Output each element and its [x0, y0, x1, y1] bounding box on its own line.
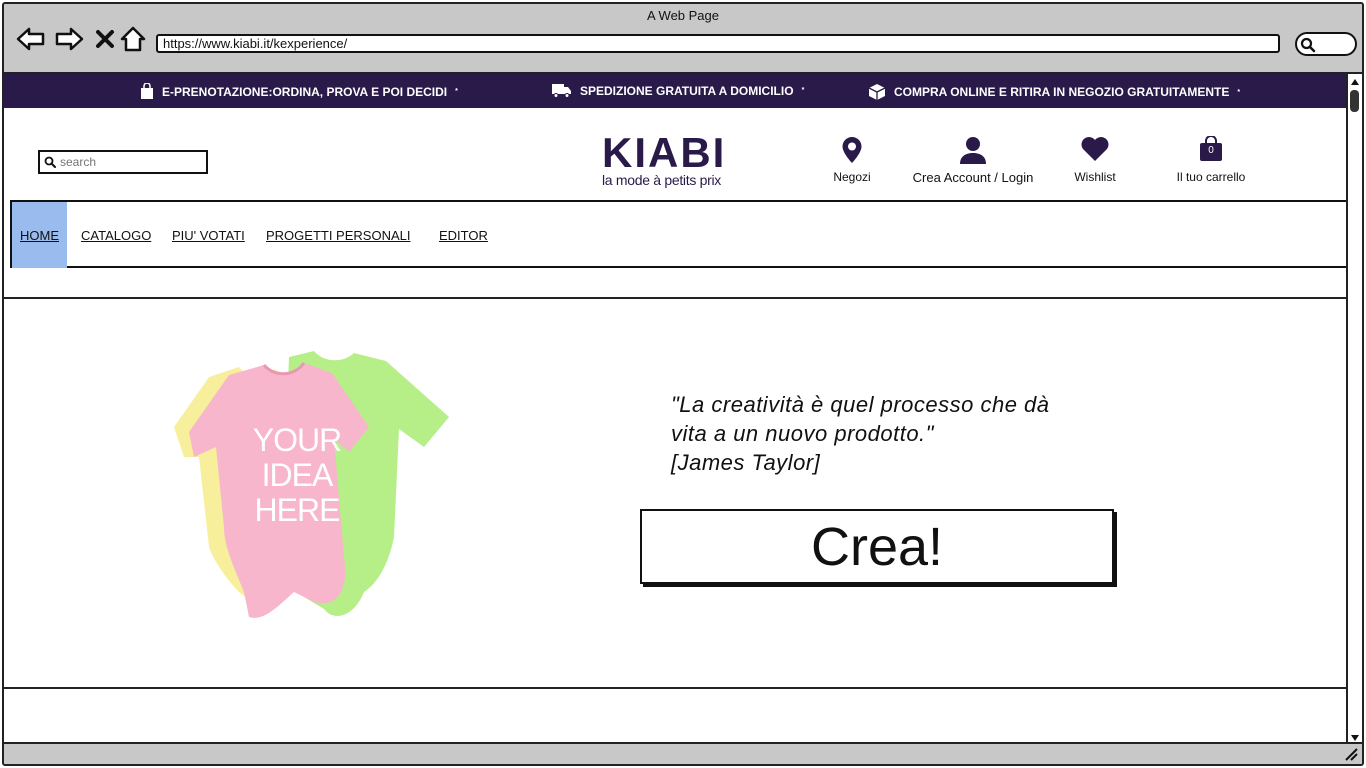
map-pin-icon — [842, 137, 862, 163]
menu-item-editor[interactable]: EDITOR — [439, 202, 488, 268]
scroll-down-arrow-icon[interactable] — [1350, 734, 1360, 742]
menu-item-piu-votati[interactable]: PIU' VOTATI — [172, 202, 245, 268]
stop-icon[interactable] — [90, 24, 120, 54]
cart-icon: 0 — [1199, 135, 1223, 162]
scrollbar-thumb[interactable] — [1350, 90, 1359, 112]
browser-toolbar: A Web Page https://www.kiabi.it/kexperie… — [4, 4, 1362, 74]
scroll-up-arrow-icon[interactable] — [1350, 78, 1360, 86]
back-arrow-icon[interactable] — [16, 24, 46, 54]
promo-text: SPEDIZIONE GRATUITA A DOMICILIO — [580, 83, 794, 98]
shopping-bag-icon — [141, 83, 153, 99]
promo-item: E-PRENOTAZIONE:ORDINA, PROVA E POI DECID… — [140, 83, 458, 100]
quote-line: vita a un nuovo prodotto." — [671, 421, 934, 446]
forward-arrow-icon[interactable] — [54, 24, 84, 54]
heart-icon — [1081, 137, 1109, 161]
box-icon — [868, 84, 886, 100]
onesie-image: YOUR IDEA HERE — [154, 347, 454, 632]
onesie-text-line: IDEA — [261, 457, 334, 493]
wishlist-label: Wishlist — [1074, 170, 1116, 184]
search-icon — [1300, 37, 1316, 53]
menu-item-catalogo[interactable]: CATALOGO — [81, 202, 151, 268]
url-bar[interactable]: https://www.kiabi.it/kexperience/ — [156, 34, 1280, 53]
browser-window: A Web Page https://www.kiabi.it/kexperie… — [2, 2, 1364, 766]
site-search-field[interactable] — [38, 150, 208, 174]
truck-icon — [552, 84, 571, 98]
site-header: KIABI la mode à petits prix Negozi Crea … — [4, 108, 1348, 200]
promo-item: SPEDIZIONE GRATUITA A DOMICILIO * — [552, 83, 804, 98]
account-label: Crea Account / Login — [912, 170, 1034, 185]
hero-quote: "La creatività è quel processo che dà vi… — [671, 390, 1111, 477]
logo-wordmark: KIABI — [602, 129, 727, 176]
promo-bar: E-PRENOTAZIONE:ORDINA, PROVA E POI DECID… — [4, 74, 1348, 108]
kiabi-logo[interactable]: KIABI la mode à petits prix — [602, 129, 754, 190]
stores-link[interactable]: Negozi — [826, 136, 878, 184]
logo-tagline: la mode à petits prix — [602, 172, 721, 188]
promo-text: E-PRENOTAZIONE:ORDINA, PROVA E POI DECID… — [162, 84, 448, 99]
status-bar — [4, 742, 1362, 764]
promo-asterisk: * — [801, 87, 805, 94]
onesie-text-line: HERE — [254, 492, 341, 528]
cart-label: Il tuo carrello — [1176, 170, 1246, 184]
browser-search-field[interactable] — [1295, 32, 1357, 56]
promo-asterisk: * — [1237, 88, 1241, 96]
hero-section: YOUR IDEA HERE "La creatività è quel pro… — [4, 299, 1348, 689]
window-title: A Web Page — [646, 8, 720, 23]
quote-line: "La creatività è quel processo che dà — [671, 392, 1050, 417]
crea-button[interactable]: Crea! — [640, 509, 1114, 584]
user-icon — [960, 137, 986, 164]
stores-label: Negozi — [833, 170, 871, 184]
home-icon[interactable] — [118, 24, 148, 54]
promo-item: COMPRA ONLINE E RITIRA IN NEGOZIO GRATUI… — [868, 83, 1240, 101]
search-input[interactable] — [60, 155, 200, 169]
search-icon — [44, 156, 56, 168]
onesie-text-line: YOUR — [252, 422, 342, 458]
wishlist-link[interactable]: Wishlist — [1068, 136, 1122, 184]
quote-author: [James Taylor] — [671, 450, 821, 475]
menu-item-home[interactable]: HOME — [12, 202, 67, 268]
resize-grip-icon[interactable] — [1344, 747, 1358, 761]
promo-asterisk: * — [455, 88, 458, 95]
promo-text: COMPRA ONLINE E RITIRA IN NEGOZIO GRATUI… — [894, 85, 1230, 99]
cart-count-badge: 0 — [1208, 145, 1214, 156]
vertical-scrollbar[interactable] — [1346, 74, 1362, 746]
account-link[interactable]: Crea Account / Login — [902, 136, 1044, 185]
main-menu: HOME CATALOGO PIU' VOTATI PROGETTI PERSO… — [10, 200, 1348, 268]
cart-link[interactable]: 0 Il tuo carrello — [1172, 135, 1250, 184]
menu-item-progetti-personali[interactable]: PROGETTI PERSONALI — [266, 202, 410, 268]
